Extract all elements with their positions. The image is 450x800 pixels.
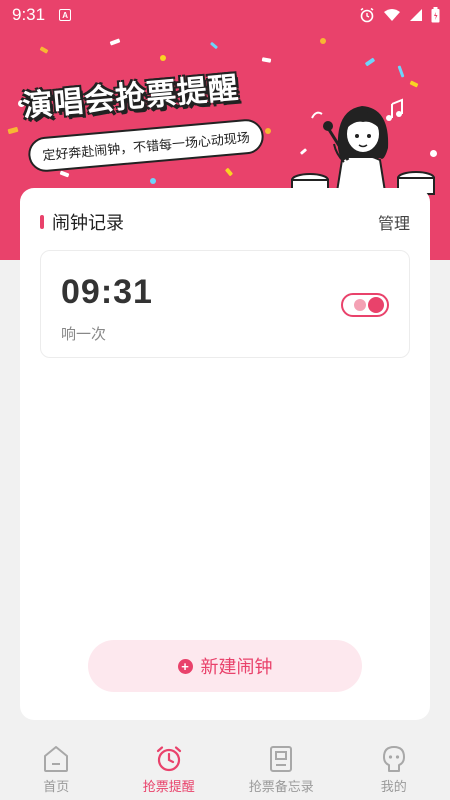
status-bar: 9:31 A (0, 0, 450, 30)
plus-icon: + (177, 658, 193, 674)
section-title-wrap: 闹钟记录 (40, 209, 124, 235)
banner-subtitle: 定好奔赴闹钟，不错每一场心动现场 (26, 117, 266, 174)
confetti-decoration (39, 46, 49, 54)
banner-title-wrap: 演唱会抢票提醒 (20, 63, 240, 126)
battery-icon (431, 7, 440, 23)
confetti-decoration (209, 41, 219, 50)
nav-item-profile[interactable]: 我的 (338, 740, 450, 800)
nav-label-home: 首页 (43, 780, 70, 795)
a-notification-icon: A (59, 9, 72, 21)
new-alarm-label: 新建闹钟 (200, 657, 273, 678)
singer-illustration-icon (291, 98, 435, 198)
confetti-decoration (7, 126, 19, 135)
confetti-decoration (150, 178, 156, 184)
manage-button[interactable]: 管理 (378, 210, 410, 234)
memo-icon (270, 746, 293, 772)
confetti-decoration (59, 170, 70, 178)
alarm-repeat-label: 响一次 (61, 325, 107, 343)
alarm-toggle[interactable] (341, 293, 389, 317)
section-title: 闹钟记录 (52, 213, 124, 234)
confetti-decoration (409, 80, 419, 88)
wifi-icon (384, 9, 400, 21)
confetti-decoration (160, 55, 166, 61)
confetti-decoration (224, 167, 234, 177)
nav-item-home[interactable]: 首页 (0, 740, 113, 800)
confetti-decoration (261, 57, 272, 63)
status-time: 9:31 (12, 5, 46, 24)
nav-item-ticket-reminder[interactable]: 抢票提醒 (113, 740, 226, 800)
nav-label-profile: 我的 (380, 780, 407, 795)
confetti-decoration (397, 65, 405, 78)
section-accent-bar (40, 215, 44, 229)
alarm-card: 闹钟记录 管理 09:31 响一次 + 新建闹钟 (20, 188, 430, 720)
profile-icon (382, 746, 405, 772)
alarm-time: 09:31 (61, 273, 153, 311)
banner-title: 演唱会抢票提醒 (21, 70, 241, 125)
bottom-nav: 首页 抢票提醒 抢票备忘录 我的 (0, 740, 450, 800)
nav-label-ticket-reminder: 抢票提醒 (142, 780, 195, 795)
home-icon (44, 746, 69, 772)
confetti-decoration (320, 38, 326, 44)
nav-label-ticket-memo: 抢票备忘录 (248, 780, 314, 795)
confetti-decoration (109, 38, 121, 46)
confetti-decoration (265, 128, 271, 134)
confetti-decoration (364, 57, 376, 67)
nav-item-ticket-memo[interactable]: 抢票备忘录 (225, 740, 338, 800)
alarm-clock-icon (156, 746, 181, 772)
new-alarm-button[interactable]: + 新建闹钟 (88, 640, 362, 692)
toggle-knob (354, 297, 384, 313)
section-header: 闹钟记录 管理 (40, 210, 410, 234)
signal-icon (410, 9, 422, 21)
alarm-list-item[interactable]: 09:31 响一次 (40, 250, 410, 358)
alarm-icon (360, 7, 374, 23)
